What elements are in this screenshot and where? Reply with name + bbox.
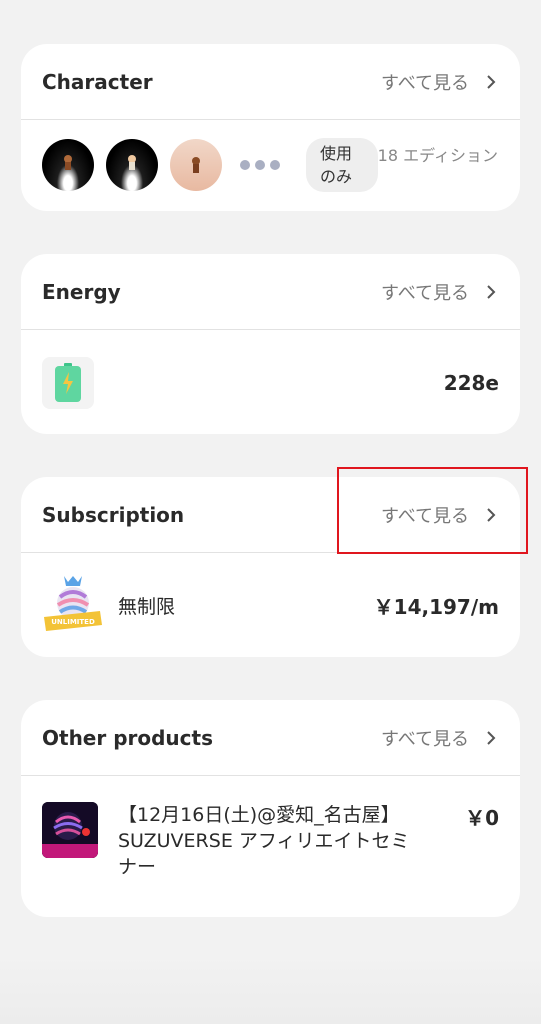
product-row[interactable]: 【12月16日(土)@愛知_名古屋】SUZUVERSE アフィリエイトセミナー …: [21, 776, 520, 880]
more-dots-icon[interactable]: [240, 160, 280, 170]
plan-name: 無制限: [118, 595, 176, 618]
subscription-row[interactable]: UNLIMITED 無制限 ￥14,197/m: [21, 553, 520, 657]
see-all-label: すべて見る: [380, 282, 469, 304]
bottom-fade: [0, 954, 541, 1024]
see-all-label: すべて見る: [380, 72, 469, 94]
character-avatar[interactable]: [42, 139, 94, 191]
highlight-box: [337, 467, 528, 554]
chevron-right-icon: [487, 284, 496, 299]
character-avatar[interactable]: [170, 139, 222, 191]
unlimited-logo-icon: UNLIMITED: [40, 573, 104, 637]
see-all-label: すべて見る: [380, 728, 469, 750]
energy-see-all-button[interactable]: すべて見る: [381, 279, 499, 305]
product-name: 【12月16日(土)@愛知_名古屋】SUZUVERSE アフィリエイトセミナー: [118, 804, 410, 878]
edition-count: 18 エディション: [377, 146, 498, 165]
character-body: 使用 のみ 18 エディション: [21, 120, 520, 210]
character-avatar[interactable]: [106, 139, 158, 191]
other-products-see-all-button[interactable]: すべて見る: [381, 725, 499, 751]
other-products-card: Other products すべて見る 【12月16日(土)@愛知_名古屋】S…: [21, 700, 520, 917]
energy-card: Energy すべて見る 228e: [21, 254, 520, 434]
chevron-right-icon: [487, 74, 496, 89]
character-header: Character すべて見る: [21, 44, 520, 120]
energy-value: 228e: [443, 370, 499, 395]
energy-title: Energy: [42, 279, 121, 304]
subscription-title: Subscription: [42, 502, 185, 527]
other-products-title: Other products: [42, 725, 213, 750]
character-see-all-button[interactable]: すべて見る: [381, 69, 499, 95]
product-price: ￥0: [465, 806, 499, 830]
battery-icon: [42, 356, 94, 409]
energy-header: Energy すべて見る: [21, 254, 520, 330]
chevron-right-icon: [487, 730, 496, 745]
energy-row[interactable]: 228e: [21, 330, 520, 434]
other-products-header: Other products すべて見る: [21, 700, 520, 776]
product-thumbnail: [42, 802, 98, 858]
character-title: Character: [42, 69, 153, 94]
character-card: Character すべて見る 使用 のみ 18 エディション: [21, 44, 520, 211]
use-only-badge: 使用 のみ: [306, 138, 378, 192]
svg-text:UNLIMITED: UNLIMITED: [51, 618, 95, 626]
plan-price: ￥14,197/m: [373, 594, 499, 619]
